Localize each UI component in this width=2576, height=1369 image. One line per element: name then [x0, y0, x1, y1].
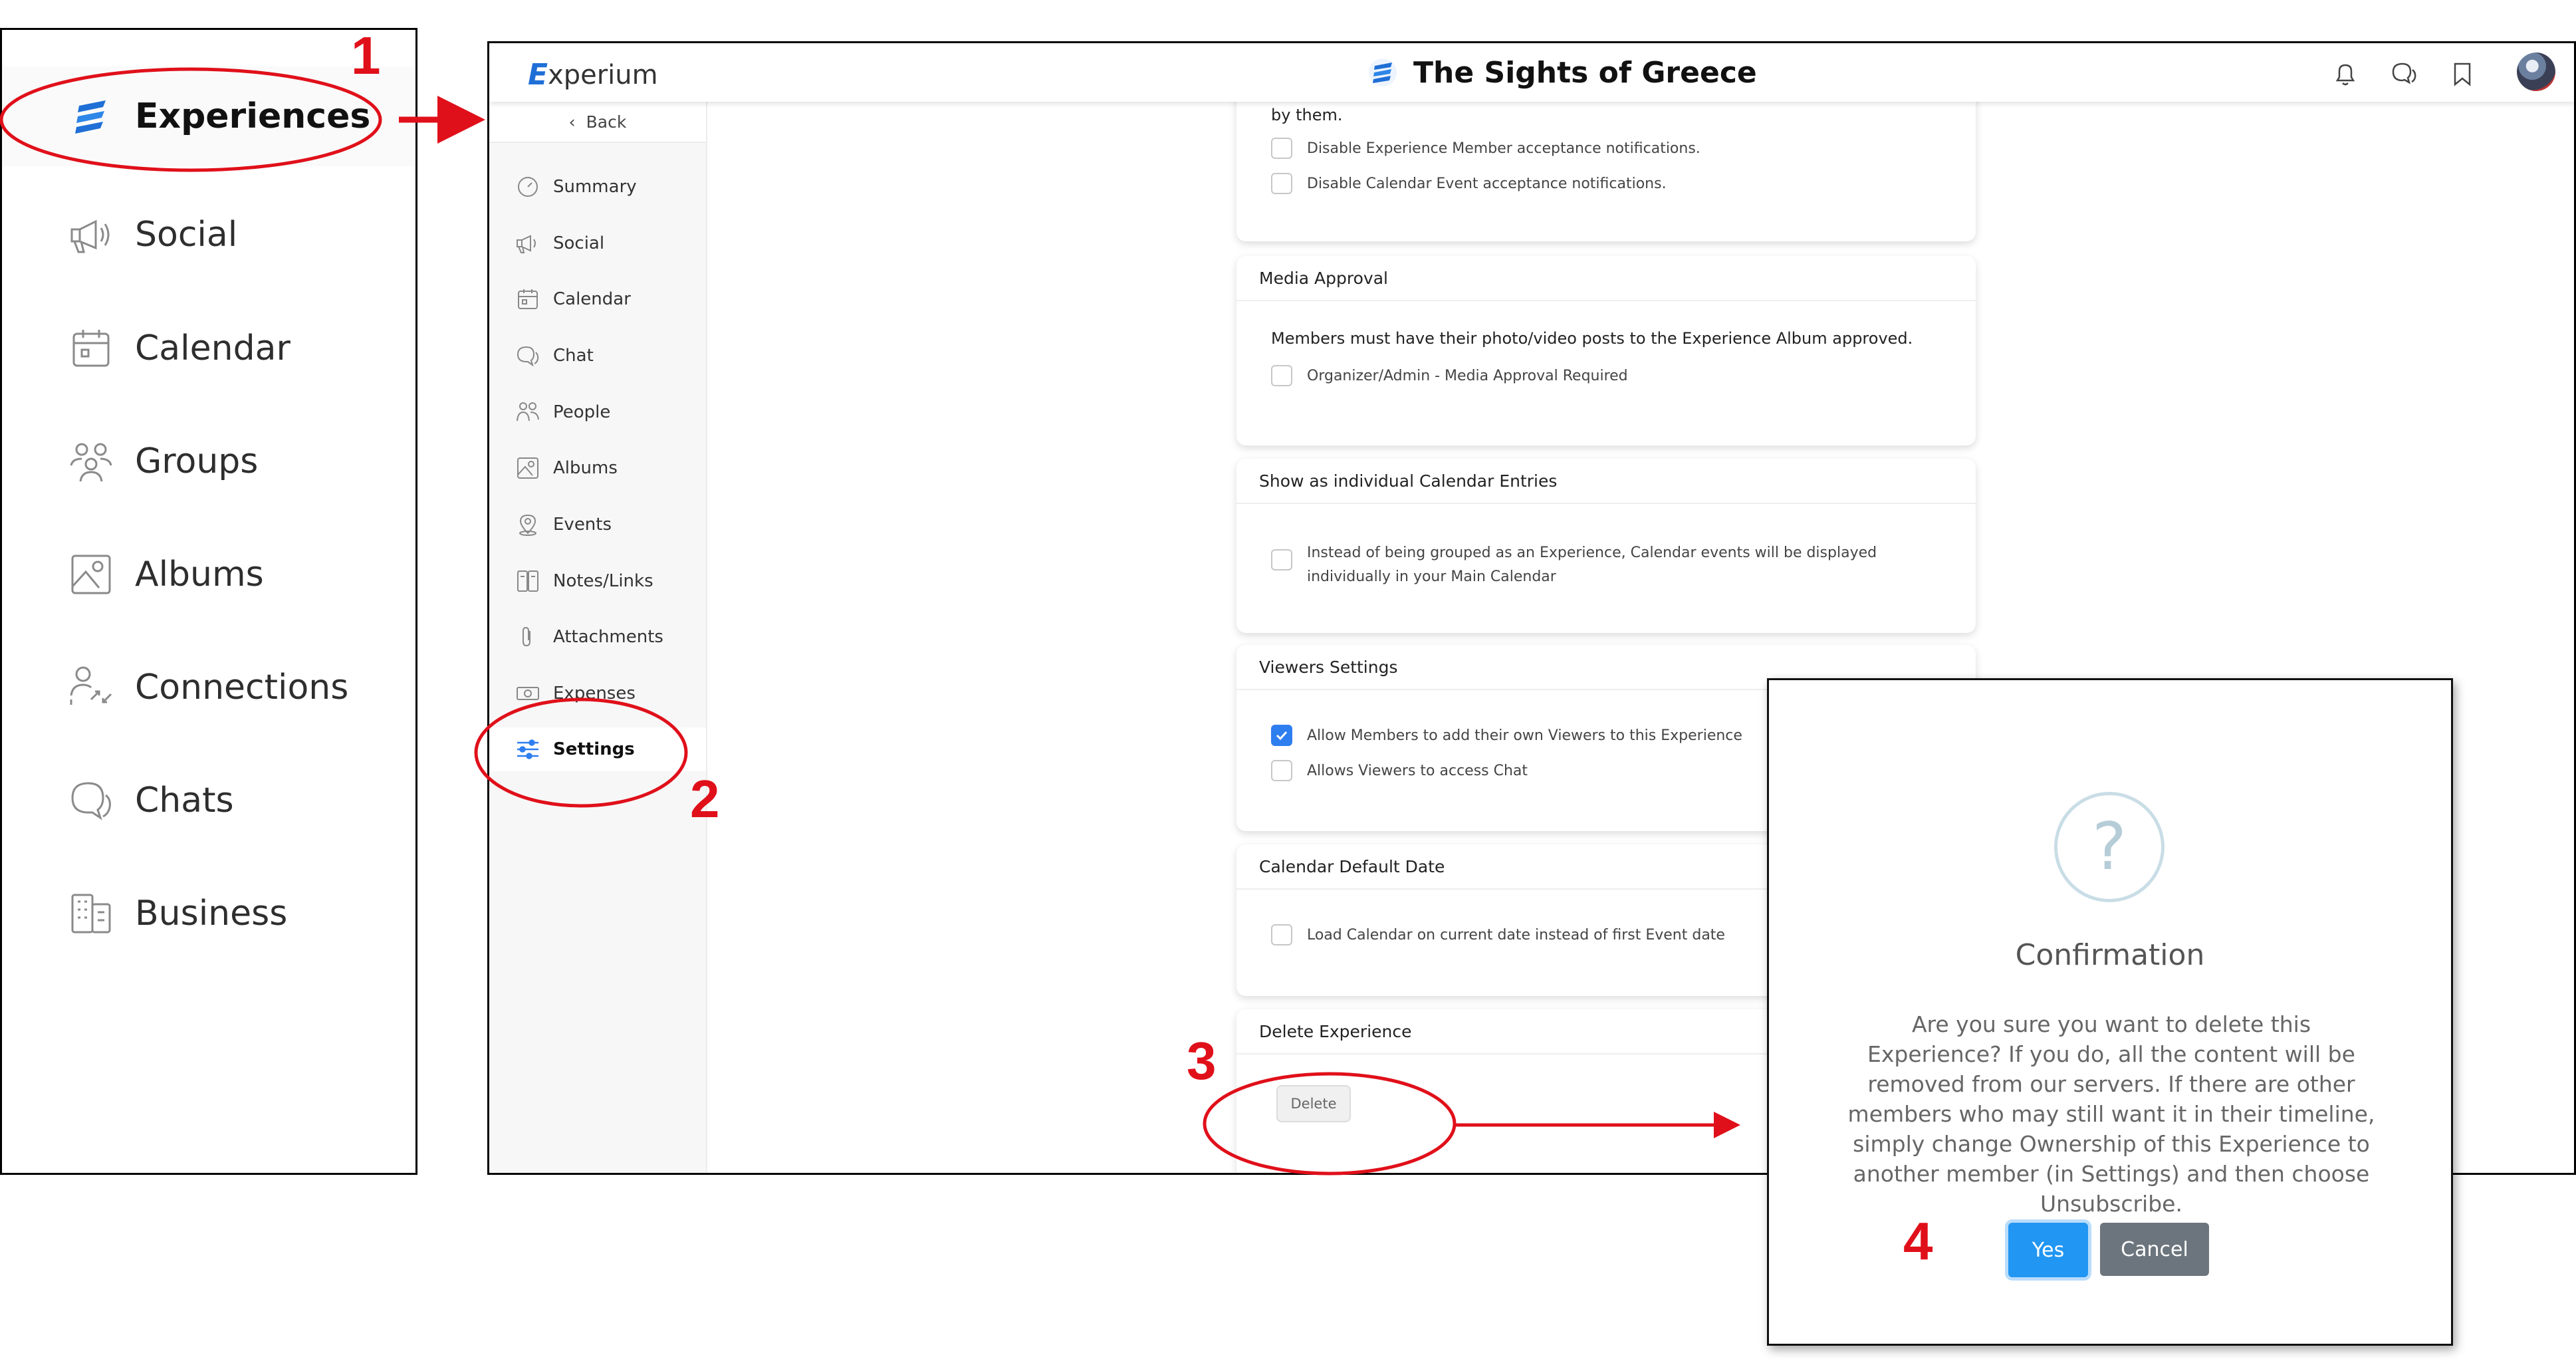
bell-icon[interactable]	[2331, 59, 2360, 88]
top-bar: E xperium The Sights of Greece	[489, 43, 2574, 102]
page-title: The Sights of Greece	[1368, 53, 1757, 92]
logo-text: xperium	[548, 59, 658, 90]
highlight-ellipse-settings	[474, 697, 688, 808]
app-logo[interactable]: E xperium	[528, 58, 658, 92]
logo-letter: E	[528, 58, 548, 92]
step-number-2: 2	[690, 769, 720, 828]
yes-button[interactable]: Yes	[2008, 1223, 2088, 1277]
question-icon: ?	[2054, 792, 2165, 902]
step-number-4: 4	[1903, 1211, 1933, 1271]
bookmark-icon[interactable]	[2448, 59, 2477, 88]
confirmation-dialog: ? Confirmation Are you sure you want to …	[1767, 678, 2453, 1346]
step-number-1: 1	[351, 26, 381, 85]
highlight-ellipse-delete	[1203, 1072, 1457, 1176]
cancel-button[interactable]: Cancel	[2100, 1223, 2209, 1276]
highlight-ellipse-experiences	[0, 67, 382, 172]
dialog-title: Confirmation	[2015, 938, 2205, 972]
step-number-3: 3	[1187, 1031, 1217, 1090]
experium-logo-icon	[1369, 59, 1397, 86]
dialog-message: Are you sure you want to delete this Exp…	[1847, 1011, 2375, 1217]
chat-icon[interactable]	[2389, 59, 2418, 88]
page-title-text: The Sights of Greece	[1413, 55, 1757, 90]
avatar[interactable]	[2517, 53, 2555, 91]
